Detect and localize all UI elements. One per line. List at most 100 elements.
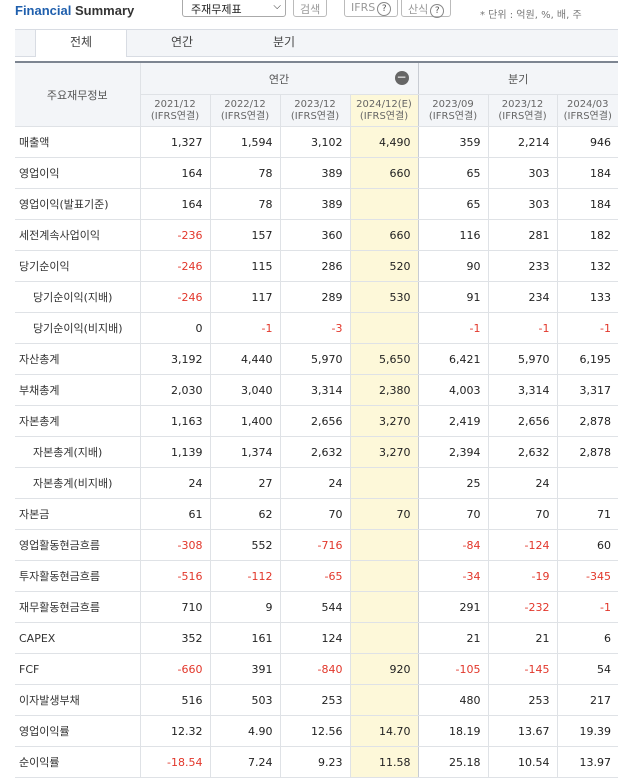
table-cell: -19 [488,561,557,592]
table-cell: 303 [488,189,557,220]
tab-bar: 전체 연간 분기 [15,29,618,57]
table-cell: 1,327 [140,127,210,158]
table-cell [350,313,418,344]
table-cell: -1 [557,592,618,623]
table-cell: -3 [280,313,350,344]
table-cell: 70 [488,499,557,530]
table-cell: 13.67 [488,716,557,747]
tab-all[interactable]: 전체 [35,29,127,57]
table-cell: 18.19 [418,716,488,747]
row-label: 이자발생부채 [15,685,140,716]
statement-type-select[interactable]: 주재무제표 ⌵ [182,0,286,17]
table-cell: 2,030 [140,375,210,406]
table-cell: -65 [280,561,350,592]
table-cell: 12.32 [140,716,210,747]
table-cell: 21 [488,623,557,654]
unit-note: * 단위 : 억원, %, 배, 주 [480,6,582,21]
table-cell: 6 [557,623,618,654]
table-cell: 24 [280,468,350,499]
row-label: 투자활동현금흐름 [15,561,140,592]
table-cell [557,468,618,499]
table-cell: -232 [488,592,557,623]
table-row: 영업활동현금흐름-308552-716-84-12460 [15,530,618,561]
ifrs-button[interactable]: IFRS? [344,0,398,17]
table-cell: 3,317 [557,375,618,406]
table-cell: 389 [280,158,350,189]
annual-group-header: 연간 − [140,62,418,95]
tab-annual-label: 연간 [171,35,193,49]
table-cell: 281 [488,220,557,251]
table-cell: 352 [140,623,210,654]
column-basis: (IFRS연결) [141,111,210,123]
column-basis: (IFRS연결) [489,111,557,123]
row-label: 부채총계 [15,375,140,406]
table-cell: 0 [140,313,210,344]
column-header: 2021/12(IFRS연결) [140,95,210,127]
table-cell: 3,270 [350,406,418,437]
tab-annual[interactable]: 연간 [137,30,227,56]
help-icon[interactable]: ? [430,4,444,18]
table-row: 자산총계3,1924,4405,9705,6506,4215,9706,195 [15,344,618,375]
table-cell: 24 [140,468,210,499]
table-cell: 3,314 [488,375,557,406]
table-row: 영업이익1647838966065303184 [15,158,618,189]
tab-quarter[interactable]: 분기 [239,30,329,56]
help-icon[interactable]: ? [377,2,391,16]
tab-quarter-label: 분기 [273,35,295,49]
row-label: FCF [15,654,140,685]
table-cell: 116 [418,220,488,251]
table-cell: 2,632 [280,437,350,468]
table-cell: 233 [488,251,557,282]
search-button[interactable]: 검색 [293,0,327,17]
row-label: 영업활동현금흐름 [15,530,140,561]
row-label: 당기순이익(지배) [15,282,140,313]
table-row: 당기순이익(지배)-24611728953091234133 [15,282,618,313]
table-cell: 4,490 [350,127,418,158]
table-cell: 164 [140,189,210,220]
table-cell: 78 [210,189,280,220]
table-cell [350,189,418,220]
table-cell: 6,195 [557,344,618,375]
table-cell: -516 [140,561,210,592]
table-cell: 4,003 [418,375,488,406]
table-cell: -246 [140,251,210,282]
table-row: 세전계속사업이익-236157360660116281182 [15,220,618,251]
row-label: 자본총계 [15,406,140,437]
search-button-label: 검색 [300,3,320,16]
table-cell: 289 [280,282,350,313]
row-label: 매출액 [15,127,140,158]
row-label: 자본총계(비지배) [15,468,140,499]
table-row: CAPEX35216112421216 [15,623,618,654]
table-cell: -1 [210,313,280,344]
table-cell: 184 [557,158,618,189]
table-cell: -105 [418,654,488,685]
table-cell: 303 [488,158,557,189]
table-cell: -236 [140,220,210,251]
table-cell: 253 [280,685,350,716]
table-cell: -1 [488,313,557,344]
table-cell: 117 [210,282,280,313]
table-cell: 24 [488,468,557,499]
table-cell: 360 [280,220,350,251]
table-cell: -1 [557,313,618,344]
table-cell: 480 [418,685,488,716]
table-cell: -1 [418,313,488,344]
formula-button[interactable]: 산식? [401,0,451,17]
table-cell: -84 [418,530,488,561]
table-cell: -660 [140,654,210,685]
row-label: 영업이익(발표기준) [15,189,140,220]
table-cell: 544 [280,592,350,623]
table-cell: 132 [557,251,618,282]
table-cell: 660 [350,220,418,251]
table-cell [350,685,418,716]
table-cell: 5,970 [488,344,557,375]
table-cell: 1,400 [210,406,280,437]
tab-all-label: 전체 [70,35,92,49]
table-cell: 5,970 [280,344,350,375]
table-cell: 291 [418,592,488,623]
table-cell: 2,656 [488,406,557,437]
table-cell: 2,878 [557,437,618,468]
table-cell: 3,314 [280,375,350,406]
financial-summary-table: 주요재무정보 연간 − 분기 2021/12(IFRS연결)2022/12(IF… [15,61,618,778]
collapse-icon[interactable]: − [395,71,409,85]
